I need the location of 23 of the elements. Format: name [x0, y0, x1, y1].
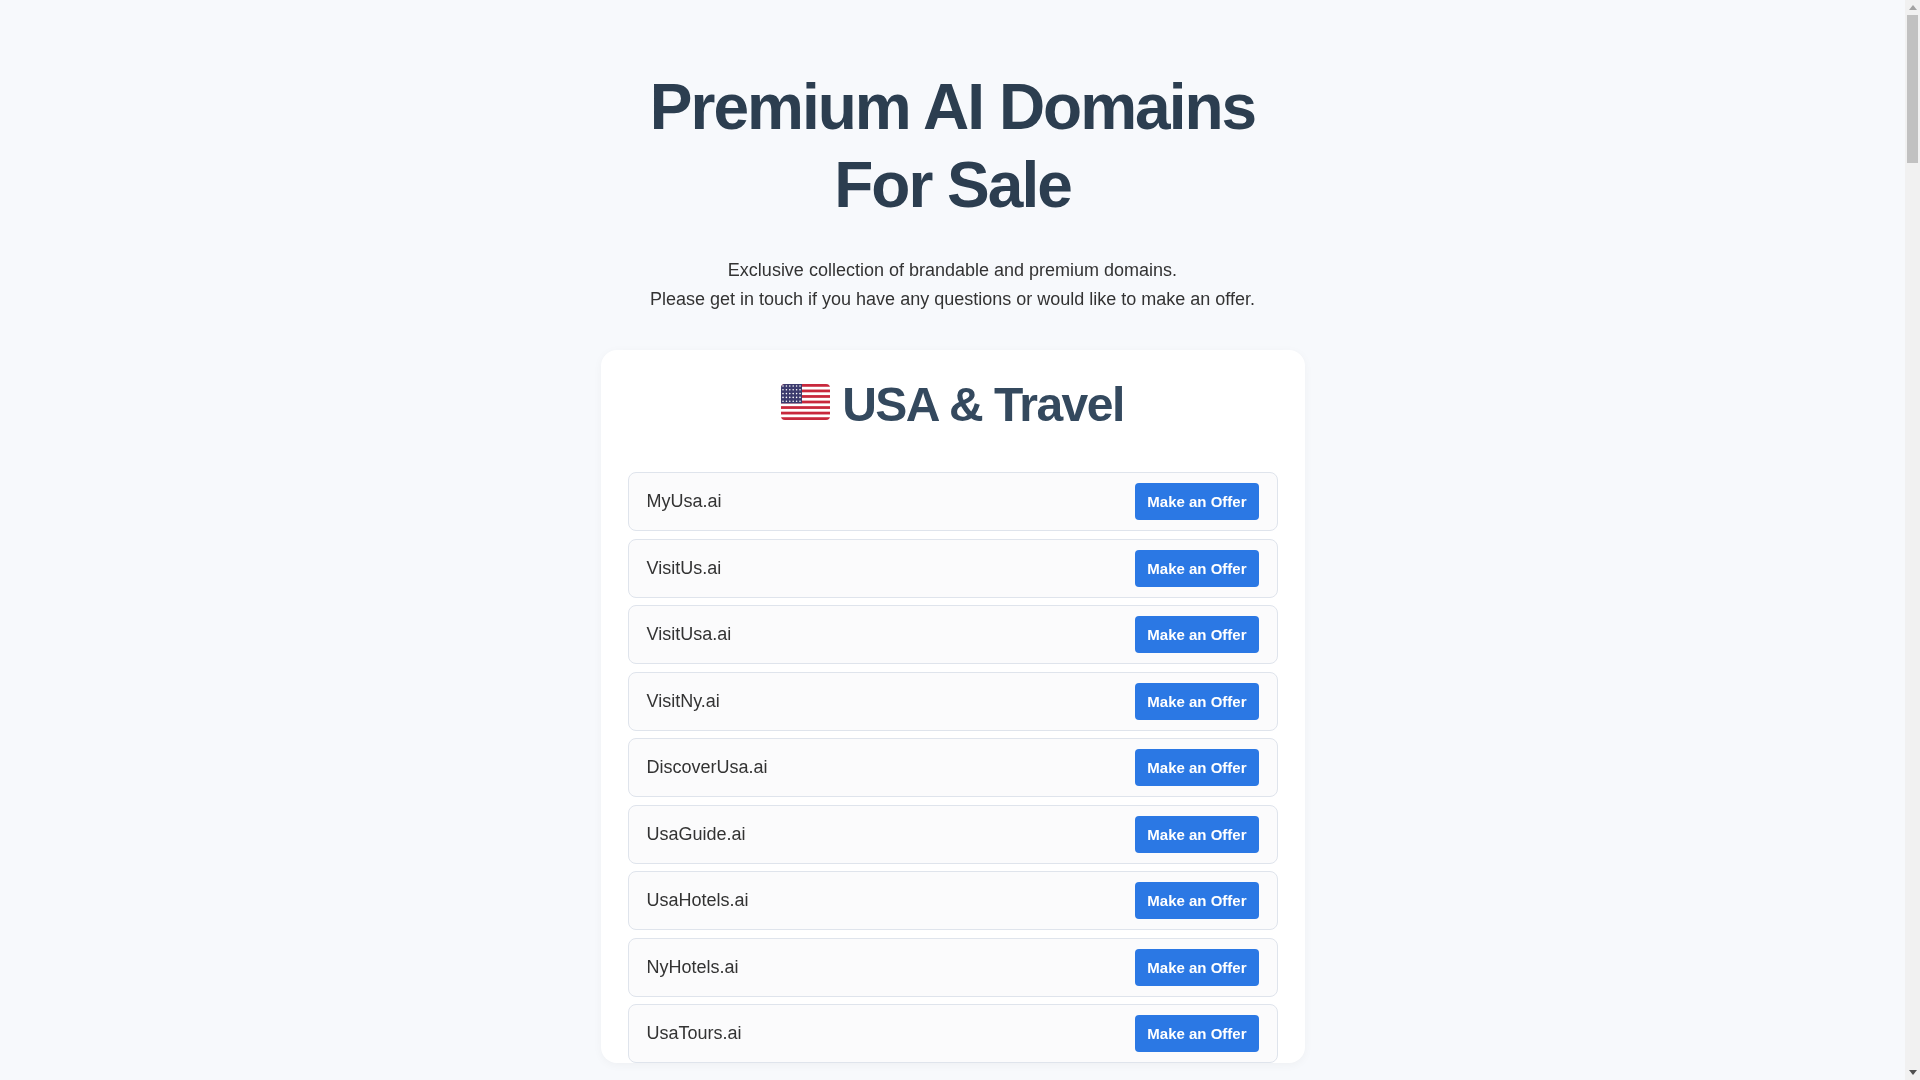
- page-title: Premium AI Domains For Sale: [649, 70, 1256, 223]
- domain-name: UsaHotels.ai: [646, 890, 749, 911]
- domain-name: NyHotels.ai: [646, 956, 739, 978]
- category-title: USA & Travel: [842, 377, 1124, 433]
- domain-name: MyUsa.ai: [646, 491, 722, 512]
- make-offer-button[interactable]: Make an Offer: [1135, 882, 1259, 919]
- make-offer-button[interactable]: Make an Offer: [1135, 549, 1259, 587]
- page-subtitle: Exclusive collection of brandable and premium domains. Please get in touch if you have any questions or would like to make an offer.: [649, 259, 1255, 311]
- make-offer-button[interactable]: Make an Offer: [1135, 682, 1259, 720]
- domain-name: VisitUs.ai: [646, 557, 722, 579]
- scrollbar[interactable]: [1905, 0, 1920, 1080]
- make-offer-button[interactable]: Make an Offer: [1135, 483, 1259, 520]
- domain-name: VisitNy.ai: [646, 690, 720, 712]
- make-offer-button[interactable]: Make an Offer: [1135, 948, 1259, 986]
- make-offer-button[interactable]: Make an Offer: [1135, 815, 1259, 853]
- domain-name: UsaGuide.ai: [646, 823, 746, 845]
- make-offer-button[interactable]: Make an Offer: [1135, 1015, 1259, 1052]
- domain-name: UsaTours.ai: [646, 1023, 742, 1044]
- us-flag-icon: [781, 384, 831, 420]
- make-offer-button[interactable]: Make an Offer: [1135, 749, 1259, 786]
- domain-name: DiscoverUsa.ai: [646, 757, 768, 778]
- make-offer-button[interactable]: Make an Offer: [1135, 616, 1259, 653]
- domain-name: VisitUsa.ai: [646, 624, 732, 645]
